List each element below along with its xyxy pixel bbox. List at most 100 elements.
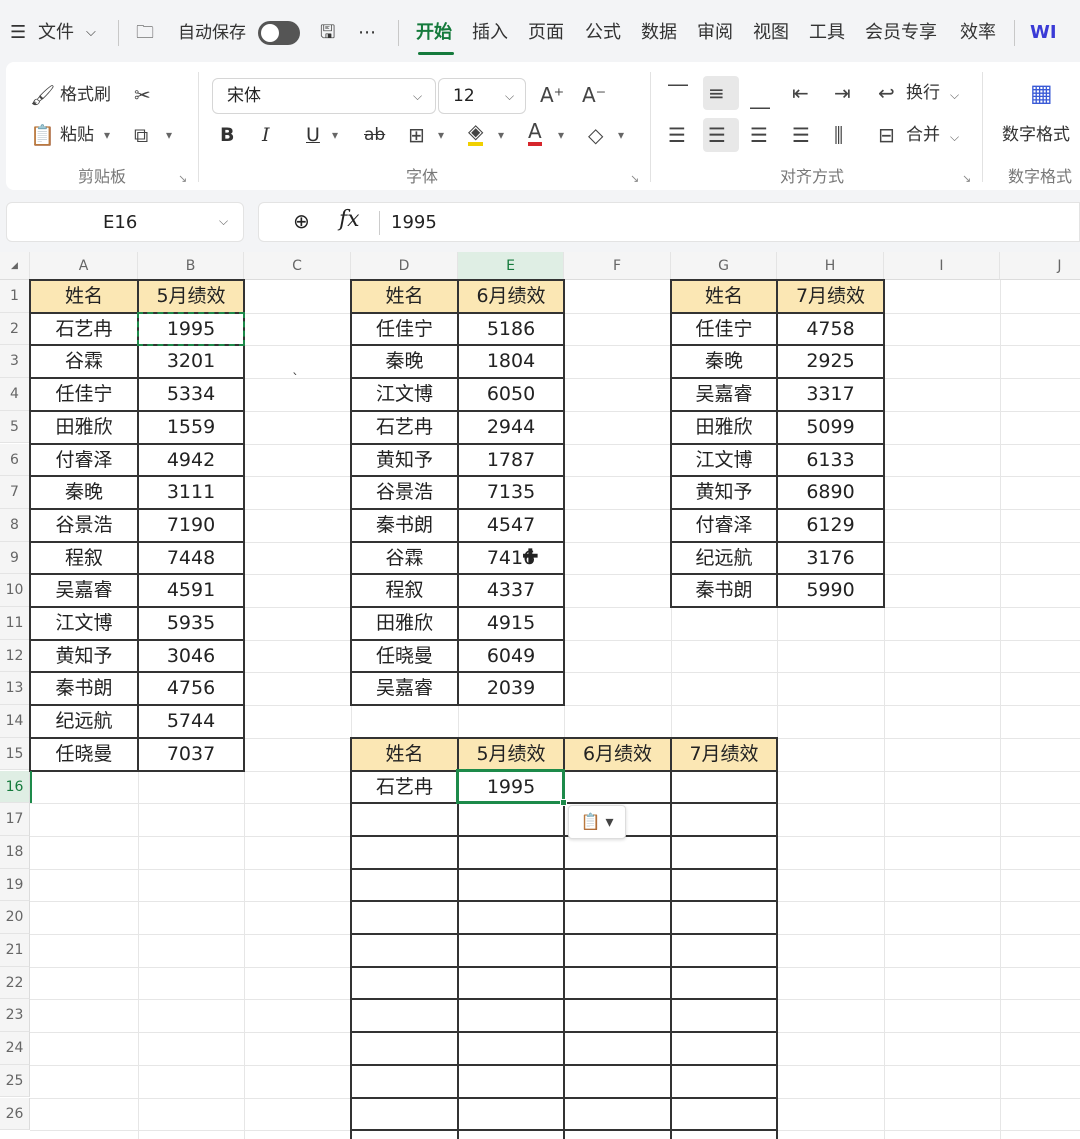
table_july-header-cell[interactable]: 姓名: [671, 280, 777, 313]
table_may-cell[interactable]: 任晓曼: [30, 738, 138, 771]
dialog-launcher-icon[interactable]: ↘: [630, 172, 639, 185]
table_may-cell[interactable]: 黄知予: [30, 640, 138, 673]
border-icon[interactable]: ⊞: [408, 122, 425, 148]
increase-indent-icon[interactable]: ⇥: [834, 80, 851, 106]
chevron-down-icon[interactable]: ▾: [558, 128, 564, 142]
row-header-16[interactable]: 16: [0, 770, 30, 804]
chevron-down-icon[interactable]: ⌵: [86, 18, 96, 48]
increase-font-icon[interactable]: A⁺: [540, 82, 564, 108]
table_june-cell[interactable]: 2039: [458, 672, 564, 705]
zoom-icon[interactable]: ⊕: [293, 209, 310, 233]
italic-button[interactable]: I: [262, 122, 270, 148]
row-header-8[interactable]: 8: [0, 508, 30, 542]
table_june-cell[interactable]: 6050: [458, 378, 564, 411]
table_june-cell[interactable]: 任晓曼: [351, 640, 458, 673]
table_june-cell[interactable]: 吴嘉睿: [351, 672, 458, 705]
clear-format-icon[interactable]: ◇: [588, 122, 603, 148]
table_july-cell[interactable]: 4758: [777, 313, 884, 346]
select-all-corner[interactable]: ◢: [0, 252, 30, 280]
row-header-5[interactable]: 5: [0, 410, 30, 444]
more-icon[interactable]: ⋯: [358, 18, 376, 48]
row-header-13[interactable]: 13: [0, 672, 30, 706]
tab-insert[interactable]: 插入: [472, 18, 508, 48]
align-bottom-icon[interactable]: ⎽: [750, 84, 770, 110]
row-header-1[interactable]: 1: [0, 280, 30, 313]
table_may-cell[interactable]: 秦晚: [30, 476, 138, 509]
decrease-font-icon[interactable]: A⁻: [582, 82, 606, 108]
row-header-9[interactable]: 9: [0, 541, 30, 575]
table_july-cell[interactable]: 田雅欣: [671, 411, 777, 444]
table_may-cell[interactable]: 5744: [138, 705, 244, 738]
align-middle-icon[interactable]: ≡: [708, 80, 725, 106]
fill-handle[interactable]: [560, 799, 567, 807]
name-box[interactable]: E16 ⌵: [6, 202, 244, 242]
file-menu[interactable]: 文件: [38, 18, 74, 48]
table_may-cell[interactable]: 秦书朗: [30, 672, 138, 705]
row-header-7[interactable]: 7: [0, 476, 30, 509]
align-right-icon[interactable]: ☰: [750, 122, 768, 148]
chevron-down-icon[interactable]: ▾: [498, 128, 504, 142]
distribute-icon[interactable]: ⫼: [834, 122, 843, 148]
fill-color-icon[interactable]: ◈: [468, 120, 484, 146]
table_july-cell[interactable]: 6129: [777, 509, 884, 542]
table_july-cell[interactable]: 5990: [777, 574, 884, 607]
column-header-h[interactable]: H: [777, 252, 884, 280]
table_june-cell[interactable]: 2944: [458, 411, 564, 444]
dialog-launcher-icon[interactable]: ↘: [178, 172, 187, 185]
formula-input[interactable]: ⊕ fx 1995: [258, 202, 1080, 242]
number-format-button[interactable]: 数字格式: [1002, 122, 1070, 148]
table_may-cell[interactable]: 5334: [138, 378, 244, 411]
tab-tools[interactable]: 工具: [809, 18, 845, 48]
font-color-icon[interactable]: A: [528, 120, 542, 146]
chevron-down-icon[interactable]: ▾: [104, 128, 110, 142]
table_may-cell[interactable]: 田雅欣: [30, 411, 138, 444]
chevron-down-icon[interactable]: ▾: [332, 128, 338, 142]
tab-member[interactable]: 会员专享: [865, 18, 937, 48]
row-header-4[interactable]: 4: [0, 378, 30, 411]
decrease-indent-icon[interactable]: ⇤: [792, 80, 809, 106]
table_june-header-cell[interactable]: 姓名: [351, 280, 458, 313]
autosave-toggle[interactable]: [258, 21, 300, 45]
table_may-cell[interactable]: 4756: [138, 672, 244, 705]
table_may-cell[interactable]: 3046: [138, 640, 244, 673]
tab-page[interactable]: 页面: [528, 18, 564, 48]
table_july-cell[interactable]: 付睿泽: [671, 509, 777, 542]
table_june-header-cell[interactable]: 6月绩效: [458, 280, 564, 313]
table_june-cell[interactable]: 5186: [458, 313, 564, 346]
strikethrough-button[interactable]: ab: [364, 122, 385, 148]
table_june-cell[interactable]: 4337: [458, 574, 564, 607]
table_summary-header-cell[interactable]: 6月绩效: [564, 738, 671, 771]
row-header-17[interactable]: 17: [0, 803, 30, 836]
table_may-cell[interactable]: 付睿泽: [30, 444, 138, 477]
align-top-icon[interactable]: ⎺: [668, 80, 688, 106]
table_may-cell[interactable]: 7037: [138, 738, 244, 771]
bold-button[interactable]: B: [220, 122, 234, 148]
row-header-11[interactable]: 11: [0, 607, 30, 640]
menu-icon[interactable]: ☰: [10, 18, 26, 48]
table_june-cell[interactable]: 石艺冉: [351, 411, 458, 444]
table_may-cell[interactable]: 纪远航: [30, 705, 138, 738]
row-header-2[interactable]: 2: [0, 312, 30, 346]
table_summary-header-cell[interactable]: 5月绩效: [458, 738, 564, 771]
table_july-cell[interactable]: 秦晚: [671, 345, 777, 378]
font-size-select[interactable]: 12 ⌵: [438, 78, 526, 114]
tab-review[interactable]: 审阅: [697, 18, 733, 48]
dialog-launcher-icon[interactable]: ↘: [962, 172, 971, 185]
paste-button[interactable]: 粘贴: [60, 122, 94, 148]
table_july-cell[interactable]: 吴嘉睿: [671, 378, 777, 411]
table_june-cell[interactable]: 6049: [458, 640, 564, 673]
table_july-cell[interactable]: 江文博: [671, 444, 777, 477]
row-header-6[interactable]: 6: [0, 443, 30, 477]
row-header-22[interactable]: 22: [0, 966, 30, 1000]
table_may-header-cell[interactable]: 5月绩效: [138, 280, 244, 313]
table_june-cell[interactable]: 谷霖: [351, 542, 458, 575]
table_may-cell[interactable]: 谷景浩: [30, 509, 138, 542]
chevron-down-icon[interactable]: ▾: [166, 128, 172, 142]
row-header-10[interactable]: 10: [0, 574, 30, 607]
save-icon[interactable]: 🖫: [320, 18, 335, 48]
table_june-cell[interactable]: 7135: [458, 476, 564, 509]
table_may-cell[interactable]: 4942: [138, 444, 244, 477]
wrap-text-button[interactable]: 换行: [906, 80, 940, 106]
chevron-down-icon[interactable]: ⌵: [950, 88, 959, 103]
table_july-cell[interactable]: 6133: [777, 444, 884, 477]
